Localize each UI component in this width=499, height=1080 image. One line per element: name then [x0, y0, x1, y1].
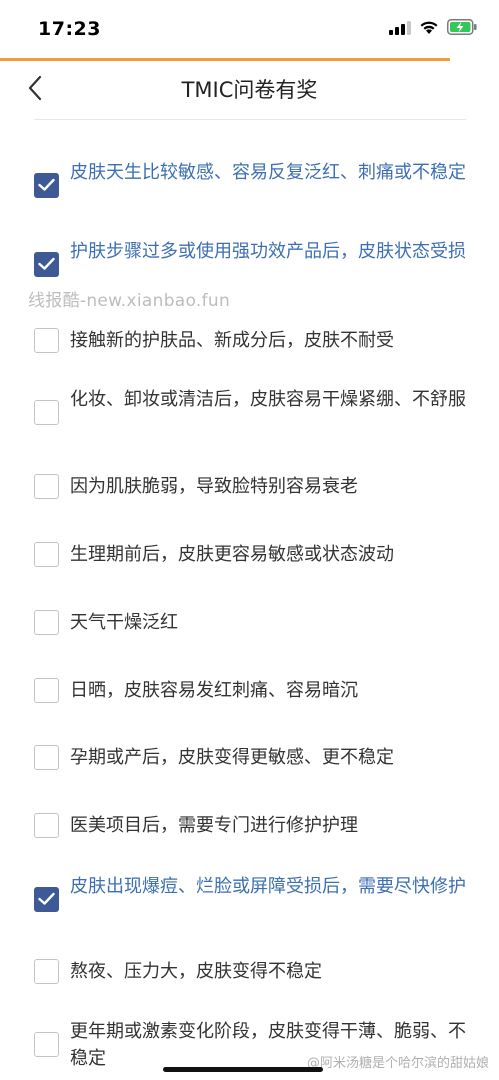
checkmark-icon	[38, 178, 55, 191]
option-label: 皮肤天生比较敏感、容易反复泛红、刺痛或不稳定	[70, 162, 466, 183]
checkbox[interactable]	[34, 542, 59, 567]
option-label: 皮肤出现爆痘、烂脸或屏障受损后，需要尽快修护	[70, 876, 466, 897]
checkbox[interactable]	[34, 1032, 59, 1057]
option-label: 化妆、卸妆或清洁后，皮肤容易干燥紧绷、不舒服	[70, 389, 466, 410]
checkbox[interactable]	[34, 474, 59, 499]
option-label: 生理期前后，皮肤更容易敏感或状态波动	[70, 544, 394, 565]
option-item[interactable]: 接触新的护肤品、新成分后，皮肤不耐受	[0, 327, 499, 354]
option-label: 护肤步骤过多或使用强功效产品后，皮肤状态受损	[70, 241, 466, 262]
page-title: TMIC问卷有奖	[181, 78, 318, 102]
checkbox[interactable]	[34, 252, 59, 277]
checkbox[interactable]	[34, 610, 59, 635]
checkbox[interactable]	[34, 745, 59, 770]
cellular-signal-icon	[389, 20, 411, 39]
checkbox[interactable]	[34, 328, 59, 353]
checkbox[interactable]	[34, 813, 59, 838]
option-label: 因为肌肤脆弱，导致脸特别容易衰老	[70, 476, 358, 497]
status-time: 17:23	[38, 18, 101, 40]
option-item[interactable]: 护肤步骤过多或使用强功效产品后，皮肤状态受损	[0, 237, 499, 293]
option-item[interactable]: 生理期前后，皮肤更容易敏感或状态波动	[0, 541, 499, 568]
checkbox[interactable]	[34, 678, 59, 703]
option-label: 日晒，皮肤容易发红刺痛、容易暗沉	[70, 680, 358, 701]
option-label: 接触新的护肤品、新成分后，皮肤不耐受	[70, 330, 394, 351]
home-indicator[interactable]	[163, 1067, 323, 1072]
option-item[interactable]: 因为肌肤脆弱，导致脸特别容易衰老	[0, 473, 499, 500]
checkbox[interactable]	[34, 959, 59, 984]
checkmark-icon	[38, 892, 55, 905]
option-item[interactable]: 化妆、卸妆或清洁后，皮肤容易干燥紧绷、不舒服	[0, 385, 499, 441]
option-item[interactable]: 熬夜、压力大，皮肤变得不稳定	[0, 958, 499, 985]
option-label: 孕期或产后，皮肤变得更敏感、更不稳定	[70, 747, 394, 768]
option-item[interactable]: 日晒，皮肤容易发红刺痛、容易暗沉	[0, 677, 499, 704]
option-item[interactable]: 医美项目后，需要专门进行修护护理	[0, 812, 499, 839]
checkbox[interactable]	[34, 400, 59, 425]
wifi-icon	[419, 20, 439, 39]
watermark-text: 线报酷-new.xianbao.fun	[28, 291, 231, 311]
checkbox[interactable]	[34, 887, 59, 912]
nav-divider	[34, 119, 466, 120]
option-item[interactable]: 皮肤出现爆痘、烂脸或屏障受损后，需要尽快修护	[0, 872, 499, 928]
nav-bar: TMIC问卷有奖	[0, 61, 499, 119]
option-item[interactable]: 孕期或产后，皮肤变得更敏感、更不稳定	[0, 744, 499, 771]
option-label: 医美项目后，需要专门进行修护护理	[70, 815, 358, 836]
option-item[interactable]: 皮肤天生比较敏感、容易反复泛红、刺痛或不稳定	[0, 158, 499, 214]
weibo-watermark: @阿米汤糖是个哈尔滨的甜姑娘	[306, 1056, 489, 1071]
status-bar: 17:23	[0, 0, 499, 58]
status-icons	[389, 18, 477, 40]
option-label: 天气干燥泛红	[70, 612, 178, 633]
battery-charging-icon	[447, 19, 477, 39]
checkmark-icon	[38, 257, 55, 270]
option-label: 熬夜、压力大，皮肤变得不稳定	[70, 961, 322, 982]
option-item[interactable]: 天气干燥泛红	[0, 609, 499, 636]
checkbox[interactable]	[34, 173, 59, 198]
